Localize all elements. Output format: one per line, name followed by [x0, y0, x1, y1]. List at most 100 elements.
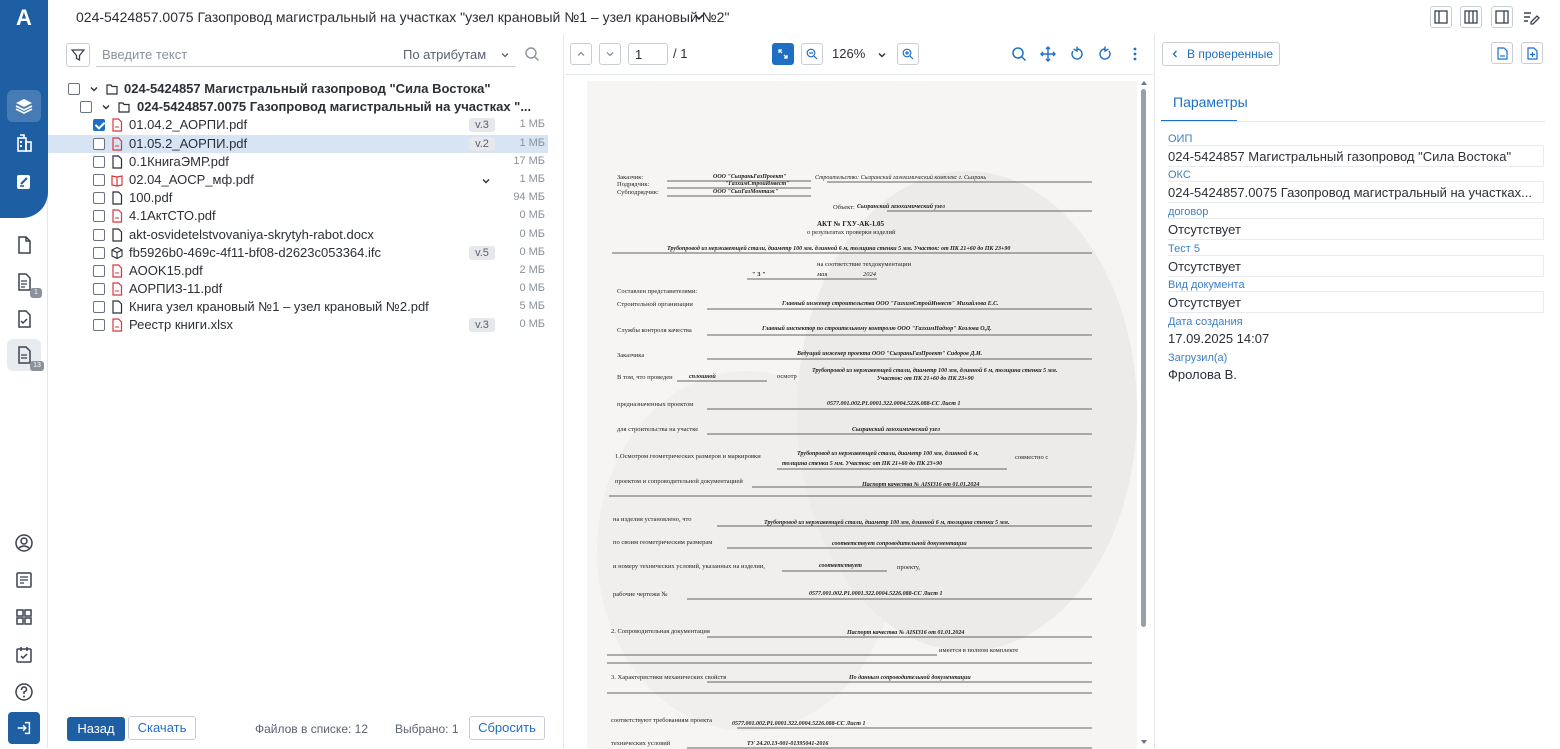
search-icon[interactable] — [524, 46, 540, 62]
file-row[interactable]: АОРПИЗ-11.pdf 0 МБ — [48, 280, 548, 298]
fit-width-button[interactable] — [772, 43, 794, 65]
grid-icon[interactable] — [12, 605, 36, 629]
checkbox[interactable] — [93, 155, 105, 168]
file-row[interactable]: 4.1АктСТО.pdf 0 МБ — [48, 207, 548, 225]
file-size: 0 МБ — [519, 227, 545, 240]
document-text-line: Заказчика — [617, 352, 644, 359]
chevron-down-icon[interactable] — [481, 176, 491, 186]
param-label: ОИП — [1168, 133, 1193, 145]
file-row[interactable]: akt-osvidetelstvovaniya-skrytyh-rabot.do… — [48, 226, 548, 244]
logout-button[interactable] — [8, 712, 40, 744]
checkbox[interactable] — [93, 228, 105, 241]
document-icon[interactable] — [12, 233, 36, 257]
scroll-down-icon[interactable] — [1140, 738, 1148, 746]
document-text-line: Трубопровод из нержавеющей стали, диамет… — [812, 367, 1058, 374]
chevron-down-icon[interactable] — [877, 50, 887, 60]
file-row[interactable]: 01.04.2_АОРПИ.pdf v.3 1 МБ — [48, 116, 548, 134]
checkbox[interactable] — [80, 101, 92, 114]
download-button[interactable]: Скачать — [128, 716, 196, 740]
file-name: 01.04.2_АОРПИ.pdf — [129, 117, 248, 133]
zoom-out-button[interactable] — [801, 43, 823, 65]
rotate-left-icon[interactable] — [1068, 45, 1086, 63]
param-value[interactable]: Отсутствует — [1168, 218, 1544, 240]
checkbox[interactable] — [93, 283, 105, 296]
list-document-icon[interactable] — [12, 568, 36, 592]
checklist-icon[interactable] — [12, 643, 36, 667]
scrollbar-thumb[interactable] — [1141, 89, 1146, 627]
back-to-reviewed-button[interactable]: В проверенные — [1162, 42, 1280, 66]
move-icon[interactable] — [1039, 45, 1057, 63]
help-icon[interactable] — [12, 680, 36, 704]
chevron-down-icon[interactable] — [101, 102, 111, 112]
param-value[interactable]: 024-5424857 Магистральный газопровод "Си… — [1168, 145, 1544, 167]
document-text-line: 0577.001.002.P1.0001.322.0004.5226.088-C… — [732, 721, 865, 727]
chevron-down-icon[interactable] — [89, 84, 99, 94]
document-canvas[interactable]: Заказчик: ООО "СызраньГазПроект" Строитель… — [565, 74, 1153, 749]
checkbox[interactable] — [93, 210, 105, 223]
document-text-line: Ведущий инженер проекта ООО "СызраньГазП… — [796, 350, 983, 357]
back-button[interactable]: Назад — [67, 717, 125, 741]
chevron-down-icon[interactable] — [692, 10, 706, 24]
tab-parameters[interactable]: Параметры — [1161, 94, 1248, 122]
checkbox[interactable] — [93, 173, 105, 186]
prev-page-button[interactable] — [570, 43, 592, 65]
scroll-up-icon[interactable] — [1140, 79, 1148, 87]
export-left-button[interactable] — [1491, 42, 1513, 64]
checkbox[interactable] — [93, 301, 105, 314]
file-row[interactable]: fb5926b0-469c-4f11-bf08-d2623c053364.ifc… — [48, 244, 548, 262]
document-text-line: сплошной — [689, 373, 716, 380]
version-badge: v.3 — [469, 118, 495, 133]
param-value[interactable]: Отсутствует — [1168, 291, 1544, 313]
tree-sub-node[interactable]: 024-5424857.0075 Газопровод магистральны… — [48, 98, 548, 116]
file-row[interactable]: 01.05.2_АОРПИ.pdf v.2 1 МБ — [48, 134, 548, 153]
page-number-input[interactable] — [628, 43, 668, 65]
chevron-down-icon[interactable] — [500, 50, 510, 60]
param-value[interactable]: 024-5424857.0075 Газопровод магистральны… — [1168, 181, 1544, 203]
building-icon[interactable] — [12, 131, 36, 155]
param-label: Загрузил(а) — [1168, 352, 1228, 364]
checkbox[interactable] — [93, 246, 105, 259]
checkbox[interactable] — [93, 119, 105, 132]
edit-document-icon[interactable] — [12, 170, 36, 194]
export-right-button[interactable] — [1521, 42, 1543, 64]
app-logo[interactable]: A — [12, 6, 36, 30]
checkbox[interactable] — [93, 137, 105, 150]
document-text-line: Заказчик: — [617, 174, 643, 181]
file-row[interactable]: AOOK15.pdf 2 МБ — [48, 262, 548, 280]
document-text-line: проектом и сопроводительной документацие… — [615, 478, 743, 485]
right-panel-toggle-button[interactable] — [1491, 6, 1513, 28]
edit-list-icon[interactable] — [1522, 8, 1540, 26]
file-row[interactable]: Книга узел крановый №1 – узел крановый №… — [48, 298, 548, 316]
rotate-right-icon[interactable] — [1096, 45, 1114, 63]
next-page-button[interactable] — [599, 43, 621, 65]
tree-root-node[interactable]: 024-5424857 Магистральный газопровод "Си… — [48, 80, 548, 98]
filter-button[interactable] — [66, 43, 90, 67]
left-panel-toggle-button[interactable] — [1430, 6, 1452, 28]
pdf-file-icon — [112, 318, 123, 333]
file-row[interactable]: 02.04_АОСР_мф.pdf 1 МБ — [48, 171, 548, 189]
user-circle-icon[interactable] — [12, 531, 36, 555]
attribute-select[interactable]: По атрибутам — [403, 47, 486, 62]
file-icon — [112, 227, 123, 242]
param-uploaded-by: Загрузил(а) Фролова В. — [1168, 352, 1544, 386]
layers-icon[interactable] — [12, 94, 36, 118]
document-text-line: имеется в полном комплекте — [939, 647, 1018, 654]
zoom-in-button[interactable] — [897, 43, 919, 65]
zoom-level[interactable]: 126% — [832, 46, 865, 61]
document-check-icon[interactable] — [12, 307, 36, 331]
param-value[interactable]: Отсутствует — [1168, 255, 1544, 277]
reset-button[interactable]: Сбросить — [469, 716, 545, 740]
split-view-button[interactable] — [1460, 6, 1482, 28]
file-row[interactable]: Реестр книги.xlsx v.3 0 МБ — [48, 316, 548, 334]
search-icon[interactable] — [1010, 45, 1028, 63]
checkbox[interactable] — [93, 264, 105, 277]
checkbox[interactable] — [93, 319, 105, 332]
param-oip: ОИП 024-5424857 Магистральный газопровод… — [1168, 133, 1544, 167]
file-row[interactable]: 100.pdf 94 МБ — [48, 189, 548, 207]
chevron-left-icon — [1172, 50, 1177, 58]
checkbox[interactable] — [68, 83, 80, 95]
file-row[interactable]: 0.1КнигаЭМР.pdf 17 МБ — [48, 153, 548, 171]
checkbox[interactable] — [93, 192, 105, 205]
more-vertical-icon[interactable] — [1126, 45, 1144, 63]
app-sidebar: A 1 13 — [0, 0, 48, 748]
